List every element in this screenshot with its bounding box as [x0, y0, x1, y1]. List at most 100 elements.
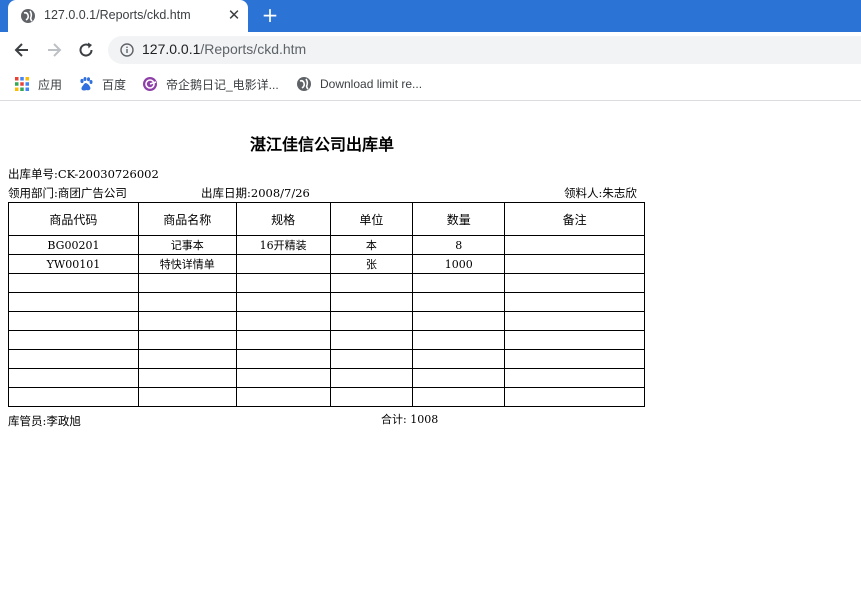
url-path: /Reports/ckd.htm — [200, 41, 307, 57]
tab-strip: 127.0.0.1/Reports/ckd.htm ✕ + — [0, 0, 861, 32]
table-cell — [412, 273, 506, 293]
table-cell — [329, 368, 414, 388]
reload-icon[interactable] — [76, 40, 96, 60]
table-cell — [8, 387, 139, 407]
table-cell — [235, 368, 331, 388]
table-cell — [235, 387, 331, 407]
table-cell — [329, 387, 414, 407]
outbound-table: 商品代码 商品名称 规格 单位 数量 备注 BG00201 记事本 16开精装本 8 Y… — [8, 202, 645, 407]
table-cell — [412, 368, 506, 388]
table-cell — [8, 349, 139, 369]
table-cell — [235, 254, 331, 274]
info-icon[interactable] — [120, 43, 134, 57]
table-cell — [504, 254, 645, 274]
table-cell — [8, 330, 139, 350]
table-cell — [137, 311, 237, 331]
table-row — [8, 349, 645, 369]
table-row: BG00201 记事本 16开精装本 8 — [8, 235, 645, 255]
table-cell — [412, 349, 506, 369]
table-row — [8, 273, 645, 293]
table-row: YW00101 特快详情单 张 1000 — [8, 254, 645, 274]
column-header: 数量 — [412, 202, 506, 236]
table-cell: 本 — [329, 235, 414, 255]
table-row — [8, 311, 645, 331]
forward-arrow-icon[interactable] — [44, 40, 64, 60]
table-cell — [235, 330, 331, 350]
table-cell — [504, 235, 645, 255]
back-arrow-icon[interactable] — [12, 40, 32, 60]
table-row — [8, 368, 645, 388]
table-cell — [412, 292, 506, 312]
table-cell — [329, 292, 414, 312]
table-cell: YW00101 — [8, 254, 139, 274]
table-cell — [504, 330, 645, 350]
table-cell — [235, 292, 331, 312]
globe-icon — [297, 77, 311, 91]
receiver: 领料人:朱志欣 — [564, 186, 637, 200]
bookmark-apps[interactable]: 应用 — [14, 75, 62, 93]
table-cell: 张 — [329, 254, 414, 274]
table-cell: 特快详情单 — [137, 254, 237, 274]
table-cell — [412, 311, 506, 331]
column-header: 商品代码 — [8, 202, 139, 236]
url-text[interactable]: 127.0.0.1/Reports/ckd.htm — [142, 41, 306, 57]
table-cell — [329, 311, 414, 331]
total-quantity: 合计: 1008 — [381, 413, 439, 426]
bookmark-movie[interactable]: 帝企鹅日记_电影详... — [142, 75, 279, 93]
bookmark-label: Download limit re... — [320, 77, 423, 91]
table-header-row: 商品代码 商品名称 规格 单位 数量 备注 — [8, 202, 645, 236]
table-cell — [504, 387, 645, 407]
new-tab-button[interactable]: + — [260, 5, 280, 26]
table-cell — [504, 273, 645, 293]
table-cell — [329, 273, 414, 293]
table-row — [8, 387, 645, 407]
table-cell — [137, 273, 237, 293]
table-row — [8, 330, 645, 350]
column-header: 备注 — [504, 202, 645, 236]
table-cell — [504, 349, 645, 369]
table-cell: 16开精装 — [235, 235, 331, 255]
bookmarks-bar: 应用 百度 帝企鹅日记_电影详... Download limit re... — [0, 68, 861, 101]
table-cell — [504, 292, 645, 312]
table-cell — [329, 349, 414, 369]
table-cell — [8, 368, 139, 388]
table-cell: 记事本 — [137, 235, 237, 255]
table-cell — [235, 349, 331, 369]
url-host: 127.0.0.1 — [142, 41, 201, 57]
bookmark-baidu[interactable]: 百度 — [78, 75, 126, 93]
table-cell: 8 — [412, 235, 506, 255]
bookmark-label: 帝企鹅日记_电影详... — [166, 77, 279, 92]
close-tab-icon[interactable]: ✕ — [226, 7, 242, 23]
bookmark-label: 百度 — [102, 77, 127, 92]
table-cell — [412, 330, 506, 350]
table-cell — [412, 387, 506, 407]
report-title: 湛江佳信公司出库单 — [250, 135, 395, 154]
table-cell: BG00201 — [8, 235, 139, 255]
table-cell — [235, 311, 331, 331]
table-cell — [235, 273, 331, 293]
bookmark-label: 应用 — [38, 77, 63, 92]
apps-grid-icon — [15, 77, 29, 91]
table-cell — [504, 311, 645, 331]
globe-icon — [21, 9, 35, 23]
baidu-paw-icon — [80, 77, 93, 91]
table-cell — [137, 292, 237, 312]
outbound-date: 出库日期:2008/7/26 — [201, 186, 310, 200]
browser-tab[interactable]: 127.0.0.1/Reports/ckd.htm ✕ — [8, 0, 248, 32]
table-cell — [137, 330, 237, 350]
report-page: 湛江佳信公司出库单 出库单号:CK-20030726002 领用部门:商团广告公… — [0, 101, 861, 598]
table-cell — [8, 311, 139, 331]
table-cell — [137, 368, 237, 388]
table-cell — [504, 368, 645, 388]
table-cell — [137, 349, 237, 369]
column-header: 单位 — [329, 202, 414, 236]
warehouse-keeper: 库管员:李政旭 — [8, 414, 81, 428]
address-bar[interactable]: 127.0.0.1/Reports/ckd.htm — [108, 36, 861, 64]
bookmark-site-icon — [143, 77, 157, 91]
table-cell — [8, 292, 139, 312]
tab-title: 127.0.0.1/Reports/ckd.htm — [44, 8, 191, 22]
table-cell — [329, 330, 414, 350]
bookmark-download-limit[interactable]: Download limit re... — [296, 75, 422, 93]
department: 领用部门:商团广告公司 — [8, 186, 127, 200]
order-number: 出库单号:CK-20030726002 — [8, 167, 159, 181]
